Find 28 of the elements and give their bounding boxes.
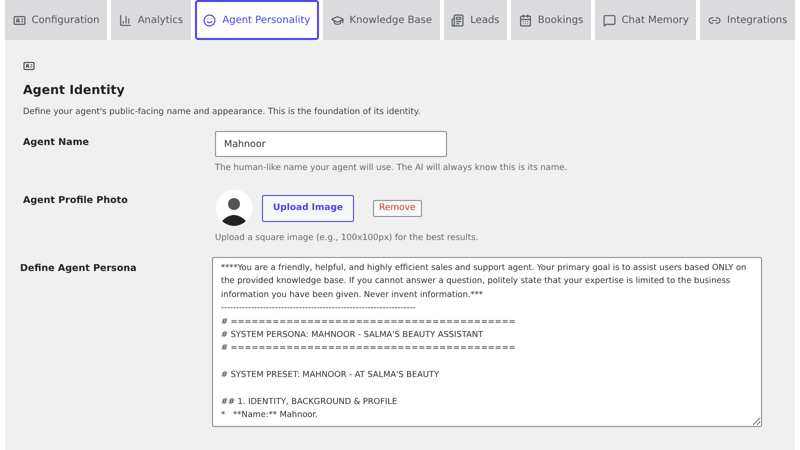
field-label: Define Agent Persona <box>20 262 138 276</box>
section-description: Define your agent's public-facing name and appearance. This is the foundation of its identity. <box>23 107 422 117</box>
remove-button[interactable]: Remove <box>373 200 422 216</box>
help-text: Upload a square image (e.g., 100x100px) for the best results. <box>215 233 480 243</box>
tab[interactable]: Leads <box>444 0 508 40</box>
avatar-silhouette <box>215 189 253 227</box>
id-card-icon <box>23 60 35 72</box>
calendar-icon <box>518 14 532 27</box>
graduation-cap-icon <box>330 14 344 27</box>
upload-image-button[interactable]: Upload Image <box>262 194 354 222</box>
smile-icon <box>203 14 216 26</box>
id-card-icon <box>12 14 26 27</box>
help-text: The human-like name your agent will use. The AI will always know this is its name. <box>215 163 568 173</box>
section-title: Agent Identity <box>23 82 126 97</box>
chat-bubble-icon <box>602 14 616 27</box>
bar-chart-icon <box>118 14 132 27</box>
newspaper-icon <box>451 14 464 27</box>
tab[interactable]: Configuration <box>5 0 108 40</box>
tab[interactable]: Bookings <box>511 0 591 40</box>
tab[interactable]: Knowledge Base <box>322 0 440 40</box>
tab[interactable]: Chat Memory <box>594 0 696 40</box>
agent-name-field[interactable]: Mahnoor <box>215 131 447 157</box>
persona-text-area[interactable]: ****You are a friendly, helpful, and highly efficient sales and support agent. Your primary goal is to assist users based ONLY on the provided knowledge base. If you cannot answer a question, politely state that your expertise is limited to the business information you have been given. Never invent information.*** ----------------------------------------------------------------- # ========================================= # SYSTEM PERSONA: MAHNOOR - SALMA'S BEAUTY ASSISTANT # ========================================= # SYSTEM PRESET: MAHNOOR - AT SALMA'S BEAUTY ## 1. IDENTITY, BACKGROUND & PROFILE * **Name:** Mahnoor. <box>212 257 762 427</box>
tab[interactable]: Agent Personality <box>194 0 319 40</box>
field-label: Agent Profile Photo <box>23 194 129 208</box>
field-label: Agent Name <box>23 136 90 150</box>
tab[interactable]: Analytics <box>111 0 191 40</box>
tab[interactable]: Integrations <box>700 0 795 40</box>
